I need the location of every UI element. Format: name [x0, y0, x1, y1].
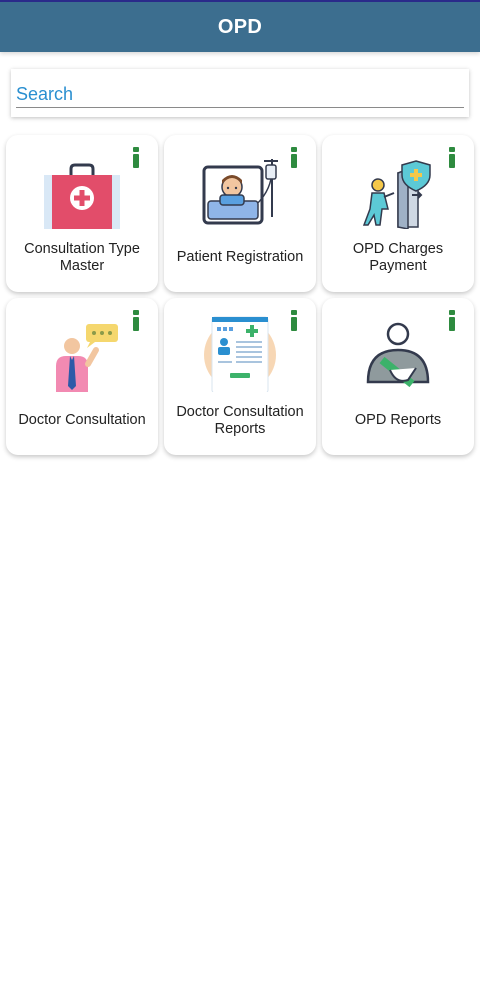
insurance-exit-icon: [362, 160, 431, 229]
first-aid-kit-icon: [44, 163, 120, 229]
module-grid: Consultation Type Master Patient Registr…: [6, 135, 474, 455]
tile-label: OPD Charges Payment: [352, 240, 444, 274]
tile-opd-reports[interactable]: OPD Reports: [322, 298, 474, 455]
tile-patient-registration[interactable]: Patient Registration: [164, 135, 316, 292]
tile-opd-charges-payment[interactable]: OPD Charges Payment: [322, 135, 474, 292]
info-icon[interactable]: [133, 147, 139, 169]
search-card: [11, 69, 469, 117]
medical-report-icon: [204, 316, 276, 392]
tile-label: Patient Registration: [176, 249, 304, 265]
search-input[interactable]: [16, 81, 464, 108]
app-bar: OPD: [0, 0, 480, 52]
page-title: OPD: [217, 15, 263, 38]
patient-bed-icon: [202, 159, 278, 225]
info-icon[interactable]: [449, 310, 455, 332]
doctor-speech-icon: [56, 324, 118, 392]
tile-consultation-type-master[interactable]: Consultation Type Master: [6, 135, 158, 292]
tile-label: Consultation Type Master: [24, 240, 140, 274]
tile-doctor-consultation[interactable]: Doctor Consultation: [6, 298, 158, 455]
injured-person-icon: [366, 322, 430, 388]
tile-label: OPD Reports: [354, 412, 442, 428]
info-icon[interactable]: [133, 310, 139, 332]
tile-label: Doctor Consultation: [18, 412, 146, 428]
tile-label: Doctor Consultation Reports: [176, 403, 304, 437]
info-icon[interactable]: [291, 310, 297, 332]
info-icon[interactable]: [291, 147, 297, 169]
tile-doctor-consultation-reports[interactable]: Doctor Consultation Reports: [164, 298, 316, 455]
info-icon[interactable]: [449, 147, 455, 169]
